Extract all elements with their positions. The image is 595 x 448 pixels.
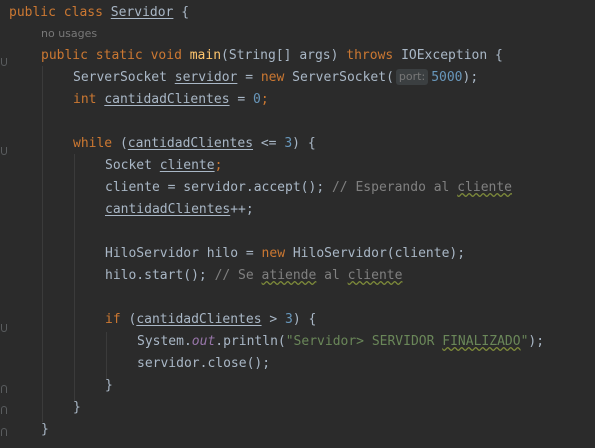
- code-line-2[interactable]: public static void main(String[] args) t…: [41, 45, 503, 67]
- code-text: }: [73, 400, 81, 415]
- variable: cantidadClientes: [105, 202, 231, 217]
- number-literal: 5000: [431, 70, 463, 85]
- string-typo: FINALIZADO: [442, 334, 521, 349]
- code-line-10[interactable]: hilo.start(); // Se atiende al cliente: [105, 265, 402, 287]
- comment-typo: atiende: [261, 268, 317, 283]
- variable: cantidadClientes: [127, 136, 254, 151]
- static-field: out: [191, 334, 216, 349]
- keyword: throws: [346, 48, 394, 63]
- code-line-12[interactable]: System.out.println("Servidor> SERVIDOR F…: [137, 331, 544, 353]
- code-text: ) {: [292, 136, 316, 151]
- code-text: }: [41, 422, 49, 437]
- code-line-13[interactable]: servidor.close();: [137, 353, 270, 375]
- number-literal: 3: [284, 136, 293, 151]
- keyword: void: [150, 48, 182, 63]
- code-line-4[interactable]: int cantidadClientes = 0;: [73, 89, 269, 111]
- code-text: hilo.start();: [105, 268, 215, 283]
- fold-close-icon[interactable]: [1, 406, 7, 414]
- variable: cliente: [159, 158, 215, 173]
- number-literal: 3: [285, 312, 293, 327]
- brace: {: [173, 5, 190, 20]
- fold-close-icon[interactable]: [1, 385, 7, 393]
- code-text: (: [120, 312, 137, 327]
- code-line-11[interactable]: if (cantidadClientes > 3) {: [105, 309, 316, 331]
- code-line-7[interactable]: cliente = servidor.accept(); // Esperand…: [105, 177, 512, 199]
- variable: cantidadClientes: [136, 312, 262, 327]
- code-line-1[interactable]: public class Servidor {: [9, 2, 189, 24]
- keyword: if: [105, 312, 121, 327]
- editor-gutter: [0, 0, 8, 448]
- keyword: while: [73, 136, 113, 151]
- code-line-16[interactable]: }: [41, 419, 49, 441]
- fold-open-icon[interactable]: [1, 58, 7, 66]
- code-text: );: [462, 70, 479, 85]
- code-text: Socket: [105, 158, 160, 173]
- fold-open-icon[interactable]: [1, 147, 7, 155]
- code-text: =: [237, 70, 261, 85]
- code-text: servidor.close();: [137, 356, 271, 371]
- indent-guide: [106, 332, 107, 380]
- semicolon: ;: [260, 92, 269, 107]
- code-text: cliente = servidor.accept();: [105, 180, 332, 195]
- code-text: <=: [253, 136, 285, 151]
- code-text: HiloServidor hilo =: [105, 246, 262, 261]
- number-literal: 0: [253, 92, 261, 107]
- parameter-hint: port:: [395, 69, 429, 85]
- code-text: (String[] args): [221, 48, 347, 63]
- code-line-14[interactable]: }: [105, 375, 113, 397]
- code-text: ) {: [292, 312, 317, 327]
- comment-typo: cliente: [347, 268, 403, 283]
- variable: servidor: [174, 70, 238, 85]
- code-line-5[interactable]: while (cantidadClientes <= 3) {: [73, 133, 316, 155]
- code-line-6[interactable]: Socket cliente;: [105, 155, 222, 177]
- code-text: .println(: [215, 334, 286, 349]
- indent-guide: [42, 66, 43, 422]
- keyword: new: [260, 70, 285, 85]
- keyword: class: [63, 5, 103, 20]
- code-text: ++;: [230, 202, 254, 217]
- code-line-8[interactable]: cantidadClientes++;: [105, 199, 254, 221]
- code-text: HiloServidor(cliente);: [285, 246, 466, 261]
- fold-open-icon[interactable]: [1, 324, 7, 332]
- comment-typo: cliente: [457, 180, 513, 195]
- keyword: new: [261, 246, 286, 261]
- code-text: ServerSocket: [73, 70, 175, 85]
- variable: cantidadClientes: [104, 92, 230, 107]
- code-text: =: [229, 92, 254, 107]
- comment: al: [316, 268, 348, 283]
- code-editor[interactable]: public class Servidor { no usages public…: [0, 0, 595, 448]
- fold-close-icon[interactable]: [1, 428, 7, 436]
- string-literal: "Servidor> SERVIDOR: [285, 334, 443, 349]
- indent-guide: [74, 154, 75, 402]
- code-text: IOException {: [393, 48, 503, 63]
- code-text: (: [112, 136, 128, 151]
- keyword: public: [41, 48, 88, 63]
- code-text: );: [528, 334, 545, 349]
- semicolon: ;: [214, 158, 223, 173]
- keyword: int: [73, 92, 97, 107]
- class-name: Servidor: [110, 5, 174, 20]
- comment: // Esperando al: [331, 180, 458, 195]
- keyword: public: [9, 5, 56, 20]
- code-text: }: [105, 378, 113, 393]
- code-text: System.: [137, 334, 192, 349]
- code-line-3[interactable]: ServerSocket servidor = new ServerSocket…: [73, 67, 478, 89]
- code-line-15[interactable]: }: [73, 397, 81, 419]
- comment: // Se: [214, 268, 262, 283]
- code-text: >: [261, 312, 286, 327]
- code-line-9[interactable]: HiloServidor hilo = new HiloServidor(cli…: [105, 243, 465, 265]
- usages-inlay-hint[interactable]: no usages: [41, 26, 97, 42]
- code-text: ServerSocket(: [284, 70, 394, 85]
- method-name: main: [189, 48, 222, 63]
- keyword: static: [95, 48, 143, 63]
